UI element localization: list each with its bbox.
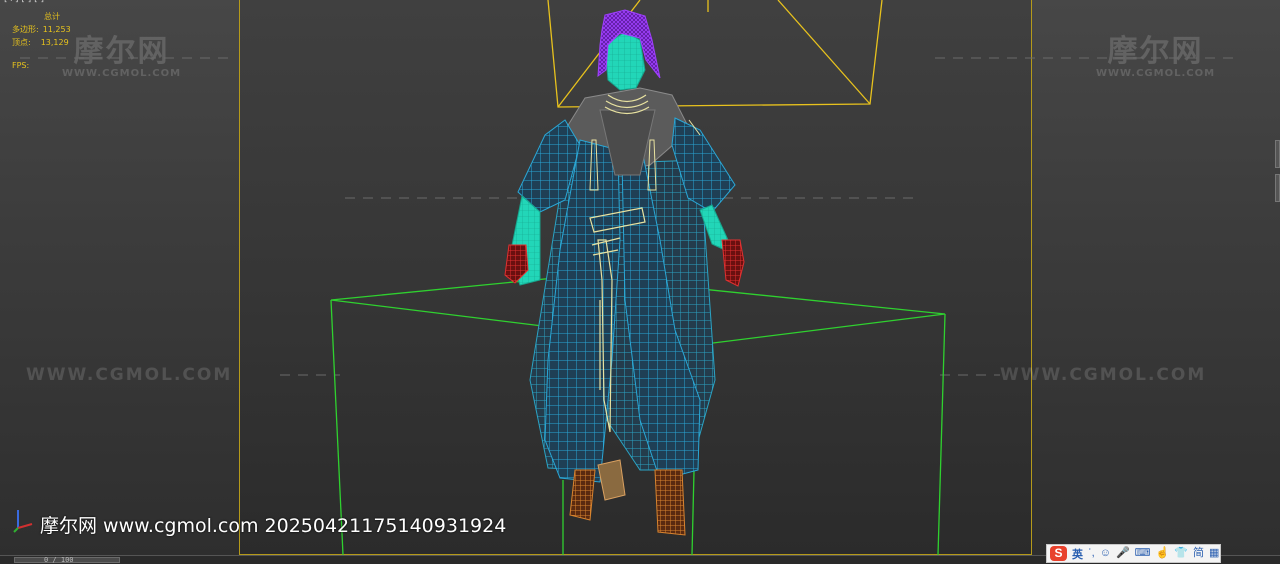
viewport-scroll-handles[interactable]: [1275, 140, 1280, 215]
axis-gizmo-icon: [13, 510, 33, 533]
keyboard-icon[interactable]: ⌨: [1135, 545, 1151, 562]
right-boot: [654, 469, 686, 536]
emoji-icon[interactable]: ☺: [1100, 545, 1111, 562]
perspective-viewport[interactable]: [+] [ ] [ ] 总计 多边形:11,253 顶点:13,129 FPS:…: [0, 0, 1280, 563]
grid-icon[interactable]: ▦: [1209, 545, 1219, 562]
mic-icon[interactable]: 🎤: [1116, 545, 1130, 562]
camera-frustum[interactable]: [547, 0, 883, 108]
scroll-handle[interactable]: [1275, 140, 1280, 168]
ime-toolbar[interactable]: S 英 ʾ, ☺ 🎤 ⌨ ☝ 👕 简 ▦: [1046, 544, 1221, 563]
hand-icon[interactable]: ☝: [1156, 545, 1170, 562]
skin-icon[interactable]: 👕: [1174, 545, 1188, 562]
camera-edge: [777, 0, 871, 105]
right-glove: [721, 239, 745, 287]
camera-outline: [547, 0, 883, 108]
punctuation-icon[interactable]: ʾ,: [1088, 545, 1095, 562]
scene-canvas[interactable]: [0, 0, 1280, 563]
left-boot: [569, 469, 596, 521]
sogou-logo-icon[interactable]: S: [1050, 546, 1067, 561]
bbox-edge: [937, 313, 946, 556]
scroll-handle[interactable]: [1275, 174, 1280, 202]
scarf-tip: [597, 459, 626, 501]
traditional-icon[interactable]: 简: [1193, 545, 1204, 562]
character-model[interactable]: [504, 9, 745, 536]
watermark-stamp: 摩尔网 www.cgmol.com 20250421175140931924: [40, 515, 507, 537]
language-toggle[interactable]: 英: [1072, 546, 1083, 562]
